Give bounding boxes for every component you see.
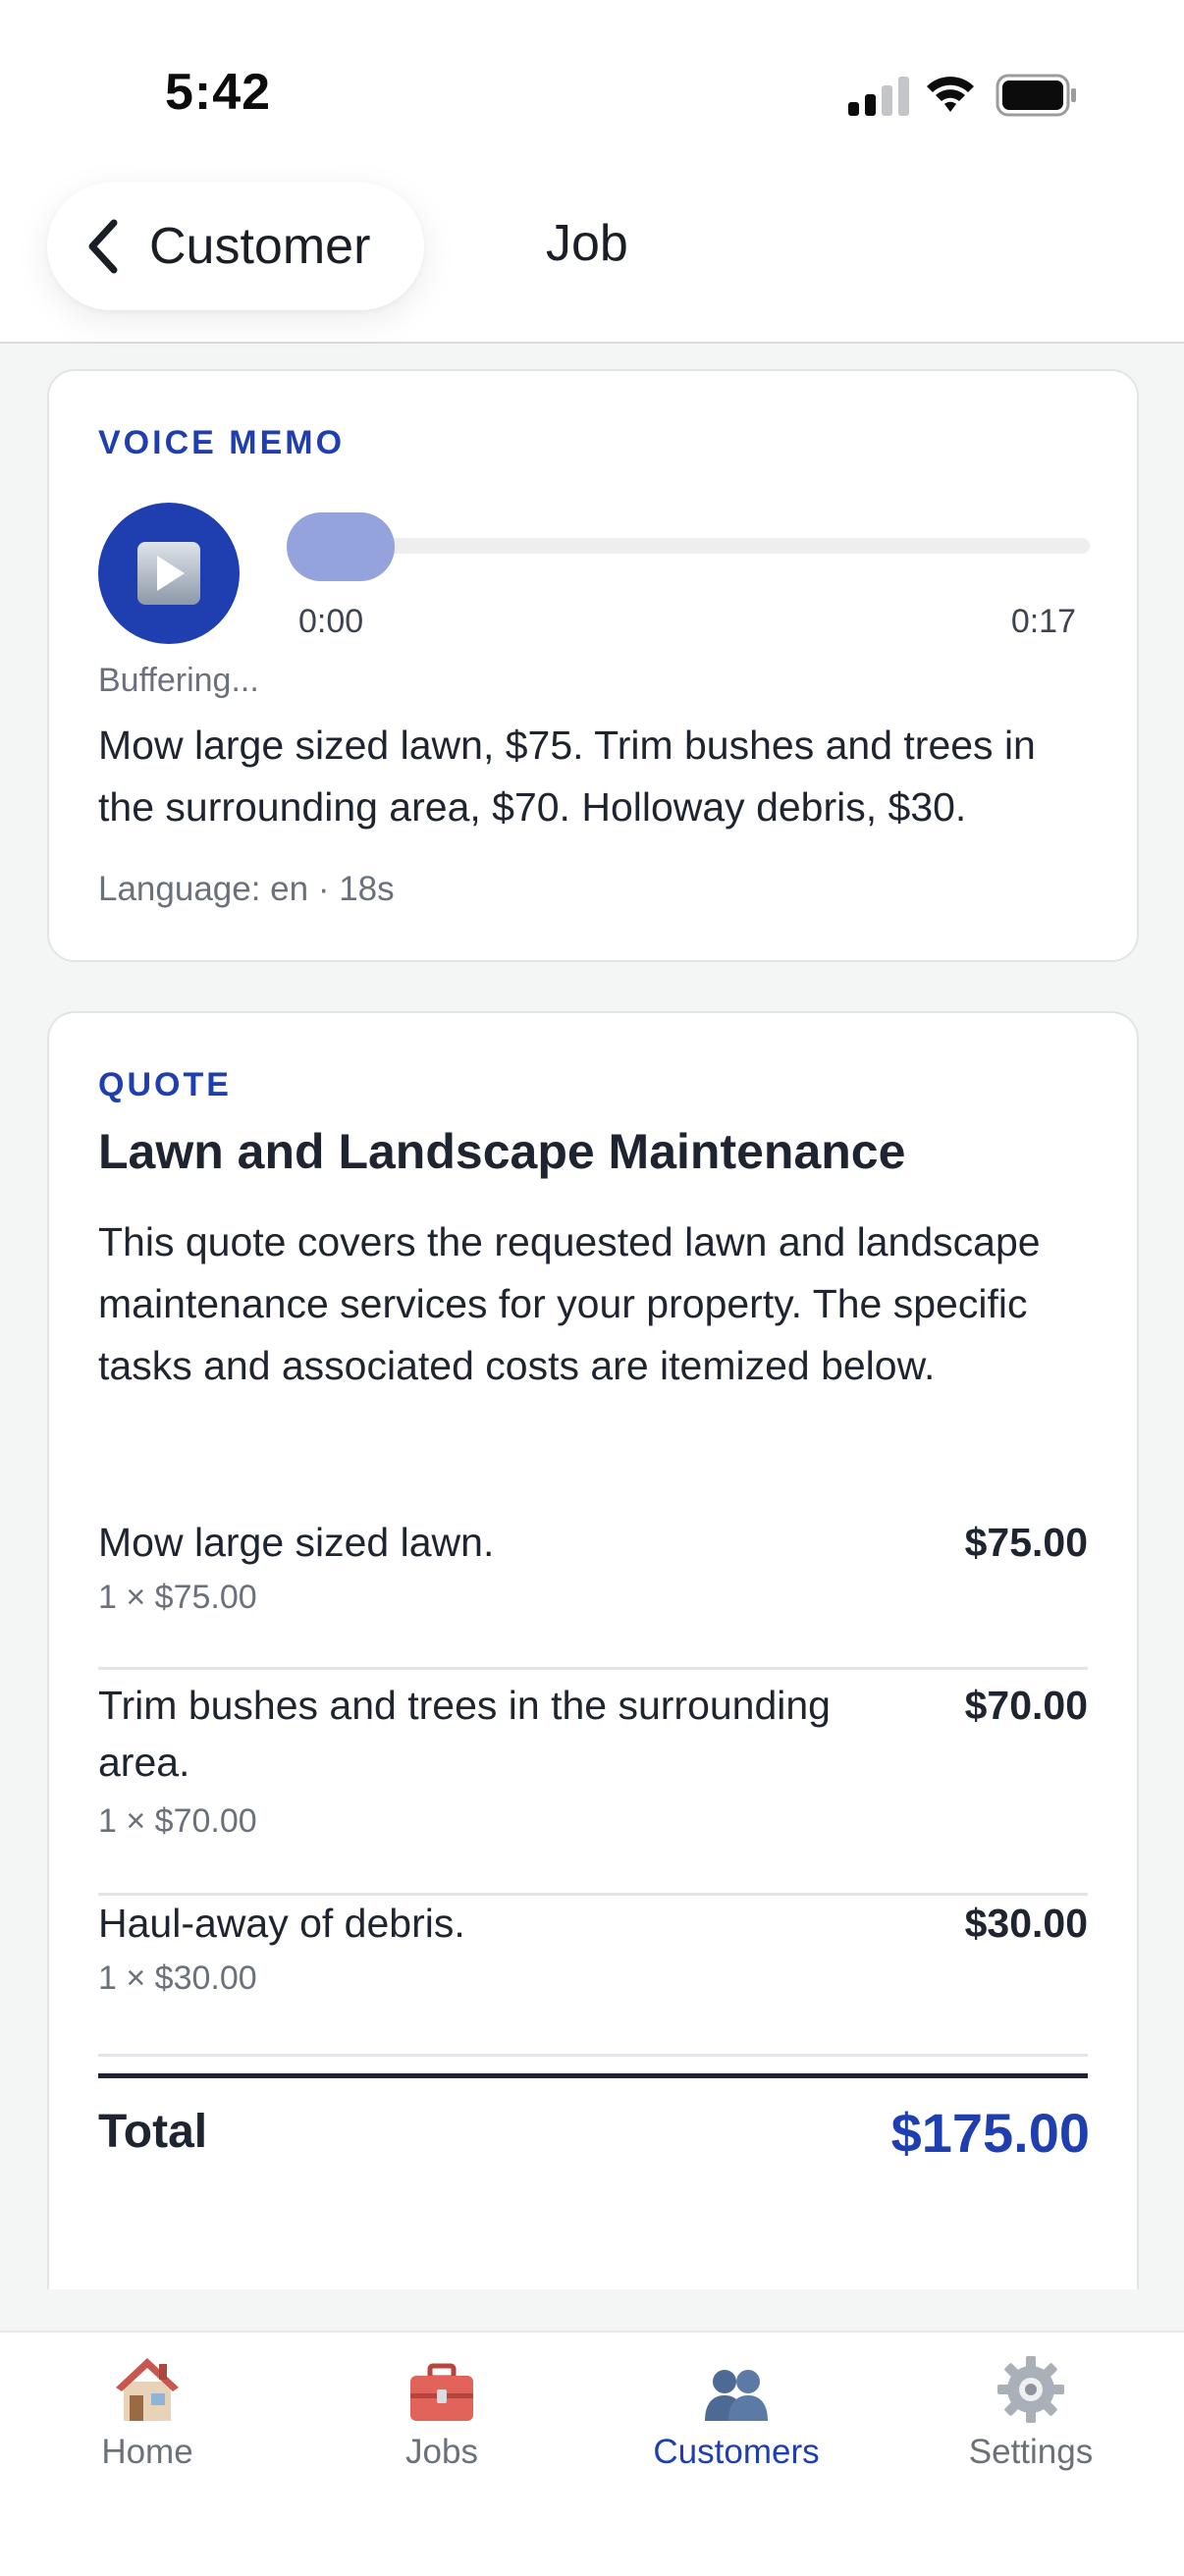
playback-progress-track[interactable] <box>289 538 1090 554</box>
quote-title: Lawn and Landscape Maintenance <box>98 1124 906 1179</box>
people-icon <box>705 2370 768 2421</box>
quote-card: QUOTE Lawn and Landscape Maintenance Thi… <box>47 1011 1139 2289</box>
line-item: Trim bushes and trees in the surrounding… <box>98 1677 1088 1896</box>
quote-section-label: QUOTE <box>98 1066 232 1103</box>
total-amount: $175.00 <box>890 2102 1090 2164</box>
tab-settings[interactable]: Settings <box>884 2333 1178 2529</box>
line-item-amount: $75.00 <box>964 1520 1088 1565</box>
battery-icon <box>996 74 1076 117</box>
chevron-left-icon <box>88 219 118 274</box>
tab-customers[interactable]: Customers <box>589 2333 884 2529</box>
memo-transcript: Mow large sized lawn, $75. Trim bushes a… <box>98 723 1036 830</box>
tab-home-label: Home <box>101 2433 193 2471</box>
line-item: Mow large sized lawn. $75.00 1 × $75.00 <box>98 1514 1088 1670</box>
playback-status: Buffering... <box>98 662 259 699</box>
playback-duration: 0:17 <box>1010 603 1076 640</box>
total-label: Total <box>98 2106 208 2158</box>
tab-jobs[interactable]: Jobs <box>295 2333 589 2529</box>
total-divider <box>98 2073 1088 2078</box>
status-time: 5:42 <box>165 64 272 121</box>
back-button-label: Customer <box>149 218 371 275</box>
tab-bar: Home Jobs Customers Settings <box>0 2331 1184 2576</box>
line-item-description: Trim bushes and trees in the surrounding… <box>98 1683 831 1785</box>
cellular-signal-icon <box>848 77 909 116</box>
line-item-quantity: 1 × $30.00 <box>98 1959 257 1997</box>
back-button[interactable]: Customer <box>47 183 424 310</box>
line-item-quantity: 1 × $75.00 <box>98 1579 257 1616</box>
gear-icon <box>997 2356 1064 2423</box>
tab-customers-label: Customers <box>653 2433 820 2471</box>
line-item: Haul-away of debris. $30.00 1 × $30.00 <box>98 1895 1088 2057</box>
tab-home[interactable]: Home <box>0 2333 295 2529</box>
line-item-quantity: 1 × $70.00 <box>98 1802 257 1840</box>
tab-jobs-label: Jobs <box>405 2433 478 2471</box>
play-button[interactable] <box>98 503 240 644</box>
line-item-description: Haul-away of debris. <box>98 1901 465 1946</box>
line-item-description: Mow large sized lawn. <box>98 1520 495 1565</box>
quote-description: This quote covers the requested lawn and… <box>98 1219 1041 1388</box>
wifi-icon <box>927 77 974 112</box>
line-item-amount: $30.00 <box>964 1901 1088 1946</box>
tab-settings-label: Settings <box>968 2433 1094 2471</box>
playback-scrubber-thumb[interactable] <box>287 512 395 581</box>
play-icon <box>137 542 200 605</box>
house-icon <box>116 2358 179 2421</box>
voice-memo-card: VOICE MEMO 0:00 0:17 Buffering... Mow la… <box>47 369 1139 962</box>
memo-meta: Language: en · 18s <box>98 870 395 908</box>
toolbox-icon <box>410 2363 473 2421</box>
playback-current-time: 0:00 <box>298 603 364 640</box>
voice-memo-section-label: VOICE MEMO <box>98 424 346 461</box>
line-item-amount: $70.00 <box>964 1683 1088 1728</box>
page-title: Job <box>546 215 628 272</box>
